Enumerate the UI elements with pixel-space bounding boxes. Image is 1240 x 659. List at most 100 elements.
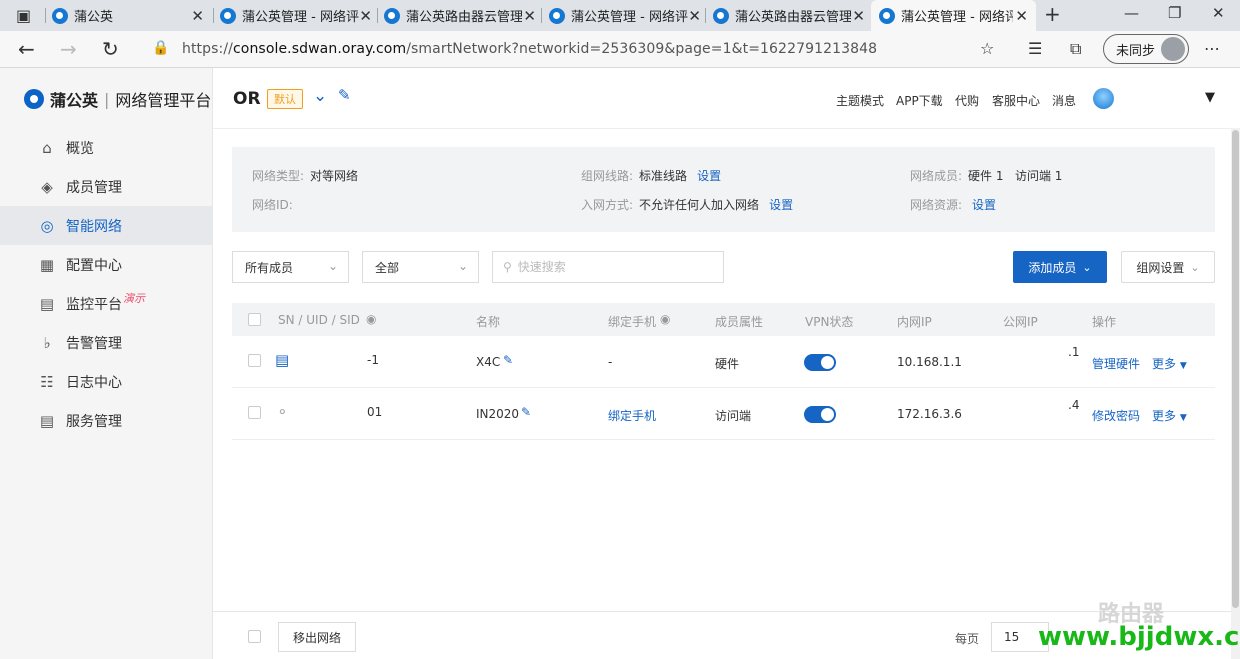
browser-tab-2[interactable]: 蒲公英管理 - 网络评 ✕: [220, 0, 380, 31]
profile-sync-button[interactable]: 未同步: [1103, 34, 1189, 64]
pencil-edit-icon[interactable]: ✎: [503, 353, 513, 367]
browser-tab-4[interactable]: 蒲公英管理 - 网络评 ✕: [549, 0, 709, 31]
new-tab-icon[interactable]: +: [1044, 2, 1061, 26]
caret-down-icon: ▼: [1179, 361, 1187, 371]
pencil-edit-icon[interactable]: ✎: [521, 405, 531, 419]
more-dropdown[interactable]: 更多 ▼: [1152, 407, 1187, 424]
favorites-list-icon[interactable]: ☰: [1028, 39, 1042, 58]
add-member-button[interactable]: 添加成员 ⌄: [1013, 251, 1107, 283]
sidebar-item-members[interactable]: ◈ 成员管理: [0, 167, 213, 206]
grid-icon: ▦: [39, 255, 55, 274]
select-all-checkbox[interactable]: [248, 313, 261, 326]
network-info-panel: 网络类型: 对等网络 网络ID: 组网线路: 标准线路 设置 入网方式: 不允许任何人加…: [232, 147, 1215, 232]
home-icon: ⌂: [42, 138, 52, 157]
row-checkbox[interactable]: [248, 406, 261, 419]
more-menu-icon[interactable]: ⋯: [1204, 39, 1220, 58]
chevron-down-icon[interactable]: ⌄: [313, 86, 327, 106]
footer-select-all-checkbox[interactable]: [248, 630, 261, 643]
sidebar-item-config-center[interactable]: ▦ 配置中心: [0, 245, 213, 284]
close-tab-icon[interactable]: ✕: [688, 7, 701, 25]
scrollbar[interactable]: [1231, 128, 1240, 659]
join-settings-link[interactable]: 设置: [769, 198, 793, 212]
close-tab-icon[interactable]: ✕: [1015, 7, 1028, 25]
customer-service-link[interactable]: 客服中心: [992, 92, 1040, 109]
network-line: 组网线路: 标准线路 设置: [581, 169, 722, 183]
browser-tab-1[interactable]: 蒲公英 ✕: [52, 0, 212, 31]
close-tab-icon[interactable]: ✕: [191, 7, 204, 25]
network-members: 网络成员: 硬件 1 访问端 1: [910, 169, 1063, 183]
close-tab-icon[interactable]: ✕: [852, 7, 865, 25]
close-tab-icon[interactable]: ✕: [523, 7, 536, 25]
browser-tab-3[interactable]: 蒲公英路由器云管理 ✕: [384, 0, 544, 31]
scrollbar-thumb[interactable]: [1232, 130, 1239, 608]
sidebar: 蒲公英 | 网络管理平台 ⌂ 概览 ◈ 成员管理 ◎ 智能网络 ▦ 配置中心 ▤…: [0, 68, 213, 659]
profile-avatar-icon: [1161, 37, 1185, 61]
favorite-star-icon[interactable]: ☆: [980, 39, 994, 58]
dandelion-favicon-icon: [713, 7, 729, 24]
eye-icon[interactable]: ◉: [660, 312, 670, 326]
bell-icon: ♭: [43, 333, 51, 352]
chevron-down-icon: ⌄: [327, 259, 338, 273]
sidebar-item-overview[interactable]: ⌂ 概览: [0, 128, 213, 167]
vpn-toggle[interactable]: [804, 354, 836, 371]
app-download-link[interactable]: APP下载: [896, 92, 943, 109]
row-checkbox[interactable]: [248, 354, 261, 367]
demo-badge: 演示: [123, 292, 145, 305]
member-filter-select[interactable]: 所有成员 ⌄: [232, 251, 349, 283]
dandelion-logo-icon: [24, 89, 44, 109]
collections-icon[interactable]: ⧉: [1070, 39, 1081, 59]
network-resources: 网络资源: 设置: [910, 198, 997, 212]
network-name: OR: [233, 89, 261, 109]
more-dropdown[interactable]: 更多 ▼: [1152, 355, 1187, 372]
sidebar-item-services[interactable]: ▤ 服务管理: [0, 401, 213, 440]
back-icon[interactable]: ←: [18, 37, 35, 61]
vpn-toggle[interactable]: [804, 406, 836, 423]
line-settings-link[interactable]: 设置: [697, 169, 721, 183]
sidebar-item-monitor[interactable]: ▤ 监控平台 演示: [0, 284, 213, 323]
document-icon: ▤: [39, 411, 55, 430]
eye-icon[interactable]: ◉: [366, 312, 376, 326]
close-window-icon[interactable]: ✕: [1212, 4, 1225, 22]
dandelion-favicon-icon: [384, 7, 400, 24]
chevron-down-icon: ⌄: [1190, 260, 1200, 274]
sidebar-item-alerts[interactable]: ♭ 告警管理: [0, 323, 213, 362]
minimize-icon[interactable]: —: [1124, 4, 1139, 22]
browser-tab-6-active[interactable]: 蒲公英管理 - 网络评 ✕: [871, 0, 1036, 31]
proxy-purchase-link[interactable]: 代购: [955, 92, 979, 109]
clipboard-icon: ☷: [40, 372, 54, 391]
forward-icon[interactable]: →: [60, 37, 77, 61]
chevron-down-icon: ⌄: [1082, 260, 1092, 274]
sidebar-item-smart-network[interactable]: ◎ 智能网络: [0, 206, 213, 245]
network-settings-button[interactable]: 组网设置 ⌄: [1121, 251, 1215, 283]
manage-hardware-link[interactable]: 管理硬件: [1092, 355, 1140, 372]
user-menu-caret-icon[interactable]: ▼: [1205, 90, 1215, 105]
close-tab-icon[interactable]: ✕: [359, 7, 372, 25]
messages-link[interactable]: 消息: [1052, 92, 1076, 109]
url-field[interactable]: https://console.sdwan.oray.com/smartNetw…: [182, 41, 877, 57]
tab-actions-icon[interactable]: ▣: [16, 6, 31, 25]
default-tag: 默认: [267, 89, 303, 109]
layers-icon: ◈: [41, 177, 53, 196]
bind-phone-link[interactable]: 绑定手机: [608, 407, 656, 424]
restore-icon[interactable]: ❐: [1168, 4, 1181, 22]
status-filter-select[interactable]: 全部 ⌄: [362, 251, 479, 283]
theme-mode-link[interactable]: 主题模式: [836, 92, 884, 109]
join-method: 入网方式: 不允许任何人加入网络 设置: [581, 198, 794, 212]
user-avatar[interactable]: [1093, 88, 1114, 109]
resources-settings-link[interactable]: 设置: [972, 198, 996, 212]
dandelion-favicon-icon: [52, 7, 68, 24]
move-out-button[interactable]: 移出网络: [278, 622, 356, 652]
change-password-link[interactable]: 修改密码: [1092, 407, 1140, 424]
lock-icon[interactable]: 🔒: [152, 40, 169, 56]
pencil-edit-icon[interactable]: ✎: [338, 86, 351, 104]
search-icon: ⚲: [503, 260, 512, 274]
refresh-icon[interactable]: ↻: [102, 37, 119, 61]
network-icon: ◎: [40, 216, 54, 235]
watermark-text: www.bjjdwx.com: [1038, 622, 1240, 652]
dandelion-favicon-icon: [879, 7, 895, 24]
sidebar-item-logs[interactable]: ☷ 日志中心: [0, 362, 213, 401]
search-input[interactable]: [517, 260, 708, 274]
brand-logo[interactable]: 蒲公英 | 网络管理平台: [24, 87, 211, 111]
browser-tab-5[interactable]: 蒲公英路由器云管理 ✕: [713, 0, 873, 31]
browser-tab-bar: ▣ 蒲公英 ✕ 蒲公英管理 - 网络评 ✕ 蒲公英路由器云管理 ✕ 蒲公英管理 …: [0, 0, 1240, 31]
